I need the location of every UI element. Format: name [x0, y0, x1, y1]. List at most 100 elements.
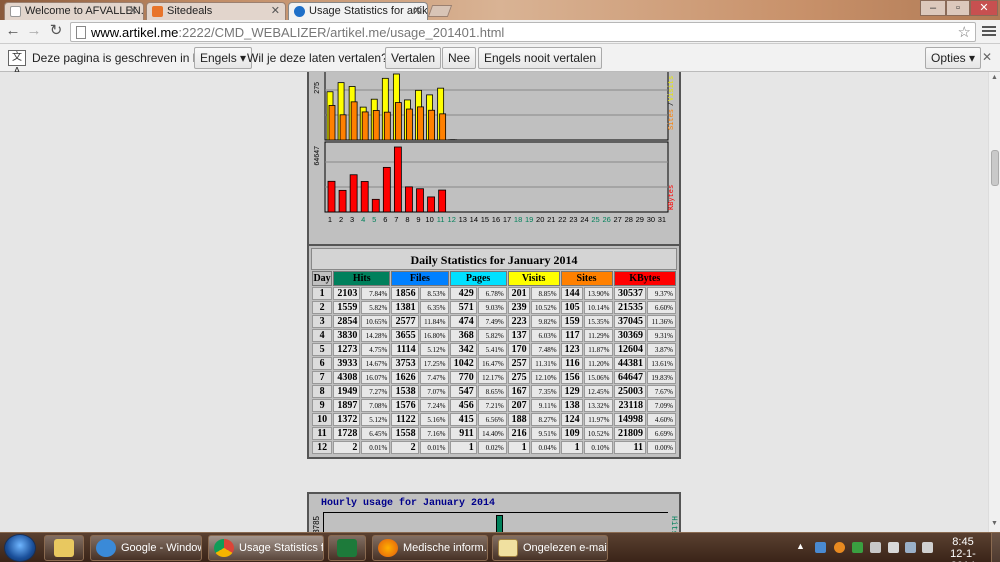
translate-question: Wil je deze laten vertalen?	[247, 51, 388, 65]
forward-arrow-icon[interactable]: →	[26, 23, 42, 39]
percent-cell: 7.16%	[419, 427, 449, 440]
tray-update-icon[interactable]	[834, 542, 845, 553]
bookmark-star-icon[interactable]: ☆	[958, 23, 971, 41]
translate-button[interactable]: Vertalen	[385, 47, 442, 69]
value-cell: 1558	[391, 427, 419, 440]
value-cell: 2	[391, 441, 419, 454]
taskbar-firefox[interactable]: Medische inform...	[372, 535, 488, 561]
close-icon[interactable]: ✕	[413, 4, 422, 17]
value-cell: 44381	[613, 357, 646, 370]
sites-bar	[350, 101, 358, 141]
windows-taskbar: Google - Window... Usage Statistics fo..…	[0, 532, 1000, 562]
tab-afvallen[interactable]: Welcome to AFVALLEN.M ✕	[4, 2, 144, 20]
scrollbar-thumb[interactable]	[991, 150, 999, 186]
back-arrow-icon[interactable]: ←	[5, 23, 21, 39]
kbytes-bar	[438, 189, 447, 213]
table-header-row: Day Hits Files Pages Visits Sites KBytes	[312, 271, 676, 286]
taskbar-chrome[interactable]: Usage Statistics fo...	[208, 535, 324, 561]
percent-cell: 14.40%	[477, 427, 507, 440]
tab-usage-statistics[interactable]: Usage Statistics for artikel ✕	[288, 2, 428, 20]
value-cell: 188	[507, 413, 530, 426]
value-cell: 201	[507, 287, 530, 300]
tray-security-icon[interactable]	[852, 542, 863, 553]
language-select[interactable]: Engels ▾	[194, 47, 253, 69]
value-cell: 117	[560, 329, 583, 342]
tray-volume-icon[interactable]	[922, 542, 933, 553]
percent-cell: 0.01%	[419, 441, 449, 454]
value-cell: 1273	[333, 343, 361, 356]
tray-display-icon[interactable]	[870, 542, 881, 553]
url-text: www.artikel.me:2222/CMD_WEBALIZER/artike…	[91, 25, 504, 40]
value-cell: 2854	[333, 315, 361, 328]
day-tick-label: 15	[481, 215, 489, 224]
percent-cell: 0.10%	[583, 441, 613, 454]
table-row: 5 1273 4.75% 1114 5.12% 342 5.41% 170 7.48% 123 11…	[312, 343, 676, 356]
taskbar-explorer[interactable]	[44, 535, 84, 561]
taskbar-label: Medische inform...	[403, 542, 488, 554]
show-desktop-button[interactable]	[991, 533, 1000, 562]
new-tab-button[interactable]	[427, 5, 453, 17]
menu-icon[interactable]	[982, 24, 996, 38]
day-tick-label: 20	[536, 215, 544, 224]
translate-icon: 文A	[8, 50, 26, 77]
day-tick-label: 17	[503, 215, 511, 224]
percent-cell: 7.07%	[419, 385, 449, 398]
percent-cell: 5.82%	[477, 329, 507, 342]
value-cell: 159	[560, 315, 583, 328]
options-button[interactable]: Opties ▾	[925, 47, 982, 69]
day-tick-label: 23	[569, 215, 577, 224]
value-cell: 1559	[333, 301, 361, 314]
percent-cell: 16.80%	[419, 329, 449, 342]
percent-cell: 13.61%	[647, 357, 676, 370]
percent-cell: 8.85%	[530, 287, 560, 300]
close-translate-icon[interactable]: ✕	[982, 50, 992, 64]
day-tick-label: 3	[350, 215, 354, 224]
table-row: 4 3830 14.28% 3655 16.80% 368 5.82% 137 6.03% 117…	[312, 329, 676, 342]
percent-cell: 10.65%	[361, 315, 391, 328]
tray-power-icon[interactable]	[905, 542, 916, 553]
percent-cell: 11.29%	[583, 329, 613, 342]
day-tick-label: 1	[328, 215, 332, 224]
table-row: 3 2854 10.65% 2577 11.84% 474 7.49% 223 9.82% 159…	[312, 315, 676, 328]
percent-cell: 7.67%	[647, 385, 676, 398]
address-bar[interactable]: www.artikel.me:2222/CMD_WEBALIZER/artike…	[70, 22, 976, 42]
scroll-up-icon[interactable]: ▲	[991, 74, 998, 81]
legend-sites: Sites	[668, 109, 676, 130]
tray-arrow-icon[interactable]: ▲	[796, 541, 807, 552]
taskbar-mail[interactable]: Ongelezen e-mail...	[492, 535, 608, 561]
percent-cell: 13.90%	[583, 287, 613, 300]
vertical-scrollbar[interactable]: ▲ ▼	[988, 72, 1000, 532]
reload-icon[interactable]: ↻	[48, 23, 64, 39]
value-cell: 3830	[333, 329, 361, 342]
no-button[interactable]: Nee	[442, 47, 477, 69]
tab-sitedeals[interactable]: Sitedeals ✕	[146, 2, 286, 20]
system-clock[interactable]: 8:45 12-1-2014	[938, 536, 988, 562]
day-tick-label: 9	[416, 215, 420, 224]
taskbar-ie[interactable]: Google - Window...	[90, 535, 202, 561]
url-path: :2222/CMD_WEBALIZER/artikel.me/usage_201…	[178, 25, 505, 40]
percent-cell: 12.17%	[477, 371, 507, 384]
day-cell: 10	[312, 413, 333, 426]
tray-network-icon[interactable]	[815, 542, 826, 553]
close-icon[interactable]: ✕	[129, 4, 138, 17]
day-cell: 4	[312, 329, 333, 342]
taskbar-excel[interactable]	[328, 535, 366, 561]
start-button[interactable]	[4, 534, 36, 562]
minimize-button[interactable]: –	[920, 0, 946, 16]
scroll-down-icon[interactable]: ▼	[991, 520, 998, 527]
close-icon[interactable]: ✕	[271, 4, 280, 17]
close-window-button[interactable]: ✕	[970, 0, 998, 16]
never-translate-button[interactable]: Engels nooit vertalen	[478, 47, 603, 69]
day-cell: 3	[312, 315, 333, 328]
day-tick-label: 21	[547, 215, 555, 224]
sites-bar	[417, 106, 424, 141]
tray-flag-icon[interactable]	[888, 542, 899, 553]
percent-cell: 14.67%	[361, 357, 391, 370]
table-row: 8 1949 7.27% 1538 7.07% 547 8.65% 167 7.35% 129 12…	[312, 385, 676, 398]
day-tick-label: 8	[405, 215, 409, 224]
percent-cell: 8.65%	[477, 385, 507, 398]
maximize-button[interactable]: ▫	[946, 0, 970, 16]
value-cell: 137	[507, 329, 530, 342]
value-cell: 1538	[391, 385, 419, 398]
value-cell: 1372	[333, 413, 361, 426]
